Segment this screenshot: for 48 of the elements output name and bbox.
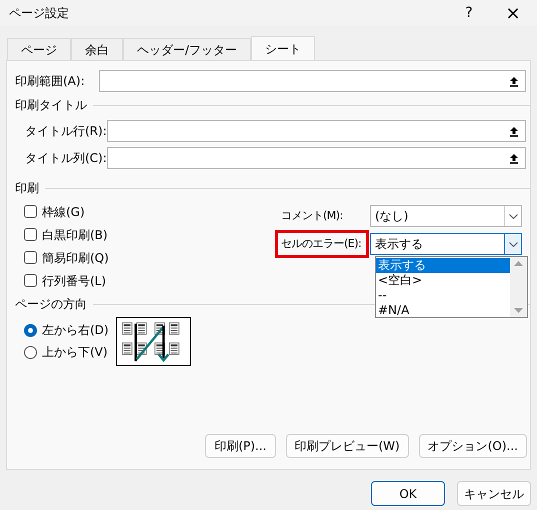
print-area-field[interactable] xyxy=(99,70,526,92)
tab[interactable]: 余白 xyxy=(71,38,123,60)
field-label: コメント(M): xyxy=(281,208,343,224)
collapse-icon[interactable] xyxy=(509,152,519,164)
checkbox[interactable] xyxy=(24,228,37,241)
dropdown-field[interactable]: 表示する xyxy=(370,233,522,255)
dropdown-field[interactable]: (なし) xyxy=(370,205,522,227)
list-option[interactable]: #N/A xyxy=(376,303,510,318)
help-button[interactable]: ? xyxy=(447,0,491,26)
dropdown-value: 表示する xyxy=(374,236,423,253)
close-button[interactable]: × xyxy=(491,0,535,26)
radio-label: 左から右(D) xyxy=(42,322,109,339)
dialog-button[interactable]: キャンセル xyxy=(457,481,531,506)
radio-label: 上から下(V) xyxy=(42,344,108,361)
checkbox-label: 行列番号(L) xyxy=(42,272,106,290)
checkbox[interactable] xyxy=(24,251,37,264)
dialog-button[interactable]: OK xyxy=(371,481,445,506)
action-button[interactable]: 印刷(P)... xyxy=(205,434,276,458)
checkbox-label: 枠線(G) xyxy=(42,204,85,220)
collapse-icon[interactable] xyxy=(509,76,519,86)
radio-button[interactable] xyxy=(24,346,37,358)
checkbox-label: 白黒印刷(B) xyxy=(42,226,108,244)
tab[interactable]: ヘッダー/フッター xyxy=(123,38,252,60)
radio-button[interactable] xyxy=(24,324,37,336)
title-range-field[interactable] xyxy=(107,120,526,142)
section-heading: ページの方向 xyxy=(15,296,87,313)
tab[interactable]: シート xyxy=(251,36,316,61)
checkbox[interactable] xyxy=(24,274,37,287)
list-option[interactable]: -- xyxy=(376,288,510,303)
title-range-field[interactable] xyxy=(107,147,526,169)
chevron-down-icon xyxy=(508,214,518,218)
checkbox-label: 簡易印刷(Q) xyxy=(42,250,109,266)
tab[interactable]: ページ xyxy=(7,38,71,60)
dropdown-value: (なし) xyxy=(374,208,408,225)
field-label: タイトル行(R): xyxy=(25,123,103,140)
window-title: ページ設定 xyxy=(9,5,70,22)
list-option[interactable]: <空白> xyxy=(376,273,510,288)
section-heading: 印刷タイトル xyxy=(15,97,87,114)
field-label: タイトル列(C): xyxy=(25,150,103,167)
chevron-down-icon xyxy=(508,242,518,246)
section-heading: 印刷 xyxy=(15,180,39,197)
field-label: セルのエラー(E): xyxy=(281,236,362,252)
field-label: 印刷範囲(A): xyxy=(15,73,86,90)
list-option[interactable]: 表示する xyxy=(376,258,510,273)
checkbox[interactable] xyxy=(24,205,37,218)
action-button[interactable]: オプション(O)... xyxy=(418,434,527,458)
action-button[interactable]: 印刷プレビュー(W) xyxy=(286,434,409,458)
collapse-icon[interactable] xyxy=(509,126,519,136)
